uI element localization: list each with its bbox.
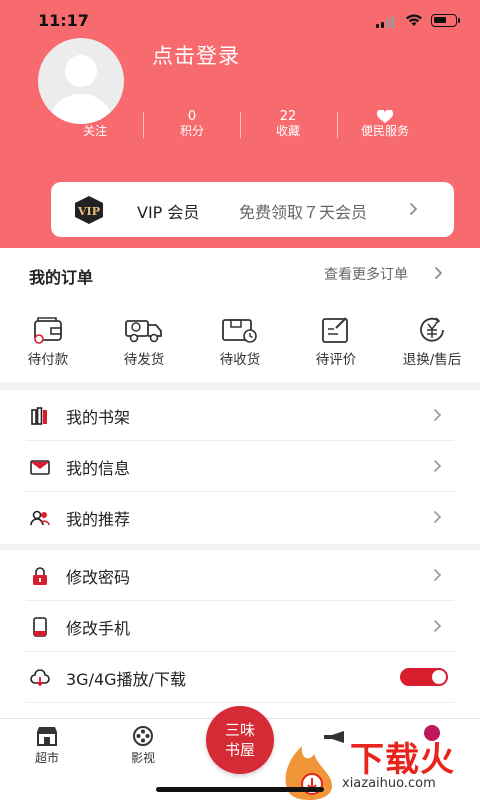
order-refund[interactable]: 退换/售后 [392,316,472,368]
stat-services[interactable]: 便民服务 [350,110,420,138]
profile-header: 11:17 点击登录 10 关注 0 积分 22 收藏 便民服务 VIP VIP… [0,0,480,248]
center-line-1: 三味 [224,721,255,739]
menu-item-label: 3G/4G播放/下载 [66,670,186,689]
menu-item-label: 我的信息 [66,459,131,478]
order-label: 退换/售后 [402,352,462,368]
users-icon [30,510,50,526]
menu-item-recommend[interactable]: 我的推荐 [26,492,454,543]
box-clock-icon [222,319,257,343]
orders-title: 我的订单 [29,268,94,287]
tab-label: 超市 [34,751,59,765]
divider [337,112,338,138]
orders-more-link[interactable]: 查看更多订单 [324,264,408,284]
chevron-right-icon [434,266,443,280]
menu-item-label: 我的推荐 [66,510,131,529]
login-link[interactable]: 点击登录 [152,40,240,70]
truck-icon [125,320,162,343]
stat-points[interactable]: 0 积分 [157,109,227,139]
order-pending-payment[interactable]: 待付款 [8,316,88,368]
menu-group-2: 修改密码 修改手机 3G/4G播放/下载 [0,550,480,718]
status-time: 11:17 [38,11,89,30]
menu-item-change-password[interactable]: 修改密码 [26,550,454,601]
home-indicator [156,787,324,792]
chevron-right-icon [433,619,442,633]
chevron-right-icon [433,408,442,422]
menu-item-messages[interactable]: 我的信息 [26,441,454,492]
stat-label: 便民服务 [360,124,409,138]
mail-icon [30,460,50,475]
chevron-right-icon [409,202,418,216]
vip-offer: 免费领取７天会员 [239,203,368,222]
chevron-right-icon [433,459,442,473]
menu-item-change-phone[interactable]: 修改手机 [26,601,454,652]
stat-label: 积分 [179,124,204,138]
shop-icon [37,727,57,746]
signal-icon [376,16,398,28]
order-pending-review[interactable]: 待评价 [296,316,376,368]
watermark-url: xiazaihuo.com [342,776,436,791]
chevron-right-icon [433,568,442,582]
refund-icon [420,317,444,342]
center-line-2: 书屋 [224,741,255,759]
cloud-download-icon [30,669,50,687]
bookshelf-icon [31,407,47,425]
chevron-right-icon [433,510,442,524]
stat-value: 22 [279,109,297,124]
vip-card[interactable]: VIP VIP 会员 免费领取７天会员 [51,182,454,237]
center-sanwei-button[interactable]: 三味 书屋 [206,706,274,774]
menu-item-label: 我的书架 [66,408,131,427]
battery-icon [431,14,460,27]
edit-icon [322,317,348,343]
heart-icon [376,110,394,123]
stat-label: 关注 [82,124,107,138]
mobile-data-toggle[interactable] [400,668,448,686]
film-reel-icon [133,726,153,746]
order-label: 待付款 [27,352,69,368]
stat-favorites[interactable]: 22 收藏 [253,109,323,139]
status-bar: 11:17 [0,0,480,44]
wallet-icon [34,317,62,344]
tab-supermarket[interactable]: 超市 [17,725,77,766]
tab-film[interactable]: 影视 [113,725,173,766]
menu-item-bookshelf[interactable]: 我的书架 [26,390,454,441]
vip-title: VIP 会员 [137,203,200,222]
menu-item-mobile-data: 3G/4G播放/下载 [26,652,454,703]
lock-icon [33,567,47,585]
tab-label: 影视 [130,751,155,765]
menu-item-label: 修改密码 [66,568,131,587]
order-pending-receipt[interactable]: 待收货 [200,316,280,368]
divider [240,112,241,138]
order-label: 待评价 [315,352,357,368]
vip-badge-icon: VIP [75,196,103,224]
wifi-icon [406,14,422,26]
order-label: 待发货 [123,352,165,368]
stat-label: 收藏 [275,124,300,138]
stat-value: 0 [187,109,197,124]
stat-value: 10 [86,109,104,124]
watermark-text: 下载火 [350,740,455,780]
order-label: 待收货 [219,352,261,368]
divider [143,112,144,138]
menu-group-1: 我的书架 我的信息 我的推荐 [0,390,480,544]
order-pending-shipment[interactable]: 待发货 [104,316,184,368]
orders-section: 我的订单 查看更多订单 待付款 待发货 待收货 待评价 退换/售后 [0,248,480,382]
stat-following[interactable]: 10 关注 [60,109,130,139]
svg-text:VIP: VIP [77,205,100,218]
menu-item-label: 修改手机 [66,619,131,638]
phone-icon [33,617,47,637]
